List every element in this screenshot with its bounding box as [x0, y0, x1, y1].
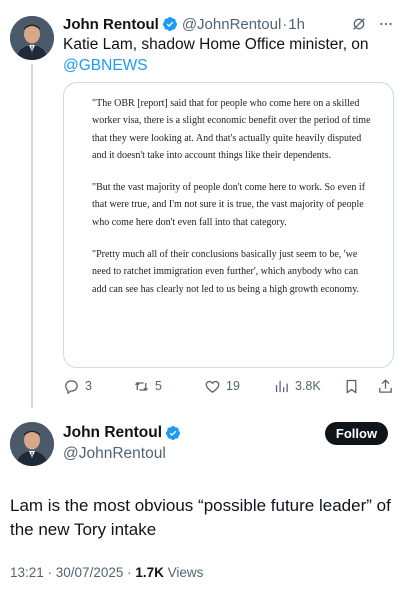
author-handle[interactable]: @JohnRentoul: [63, 445, 166, 463]
quote-paragraph: "Pretty much all of their conclusions ba…: [92, 249, 360, 295]
quote-image-card[interactable]: "The OBR [report] said that for people w…: [63, 82, 394, 368]
tweet-meta: 13:21 · 30/07/2025 · 1.7K Views: [10, 565, 203, 580]
tweet-text-main: Katie Lam, shadow Home Office minister, …: [63, 36, 369, 53]
author-name-row: John Rentoul: [63, 424, 185, 442]
heart-icon: [205, 380, 220, 393]
quote-paragraph: "The OBR [report] said that for people w…: [92, 98, 371, 161]
author-name[interactable]: John Rentoul: [63, 16, 159, 33]
retweet-icon: [135, 381, 148, 391]
more-dots-icon[interactable]: [377, 16, 395, 32]
views-label: Views: [163, 565, 204, 580]
thread-connector-line: [31, 64, 33, 408]
like-count: 19: [226, 379, 240, 393]
views-button[interactable]: 3.8K: [273, 378, 321, 395]
reply-count: 3: [85, 379, 92, 393]
reply-icon: [65, 379, 78, 394]
tweet-actions: 3 5 19 3.8K: [63, 375, 398, 397]
quote-paragraph: "But the vast majority of people don't c…: [92, 182, 366, 228]
verified-badge-icon: [166, 426, 181, 440]
tweet-header: John Rentoul @JohnRentoul · 1h: [63, 14, 395, 34]
avatar-image: [10, 422, 54, 466]
tweet-text: Lam is the most obvious “possible future…: [10, 496, 391, 539]
bookmark-icon: [346, 379, 357, 394]
retweet-count: 5: [155, 379, 162, 393]
analytics-icon: [275, 380, 288, 392]
author-name[interactable]: John Rentoul: [63, 424, 162, 442]
retweet-button[interactable]: 5: [133, 378, 162, 395]
separator-dot: ·: [282, 15, 288, 33]
grok-icon[interactable]: [351, 16, 367, 32]
tweet-text: Katie Lam, shadow Home Office minister, …: [63, 34, 393, 76]
avatar[interactable]: [10, 16, 54, 60]
mention-link[interactable]: @GBNEWS: [63, 57, 148, 74]
author-handle[interactable]: @JohnRentoul: [182, 16, 281, 33]
views-count: 1.7K: [135, 565, 164, 580]
share-icon: [379, 378, 392, 393]
bookmark-button[interactable]: [343, 378, 360, 395]
avatar[interactable]: [10, 422, 54, 466]
views-count: 3.8K: [295, 379, 321, 393]
tweet-time[interactable]: 1h: [288, 16, 305, 33]
reply-button[interactable]: 3: [63, 378, 92, 395]
share-button[interactable]: [377, 378, 394, 395]
verified-badge-icon: [162, 17, 177, 31]
follow-button[interactable]: Follow: [325, 422, 388, 445]
avatar-image: [10, 16, 54, 60]
like-button[interactable]: 19: [204, 378, 240, 395]
tweet-timestamp[interactable]: 13:21 · 30/07/2025 ·: [10, 565, 135, 580]
